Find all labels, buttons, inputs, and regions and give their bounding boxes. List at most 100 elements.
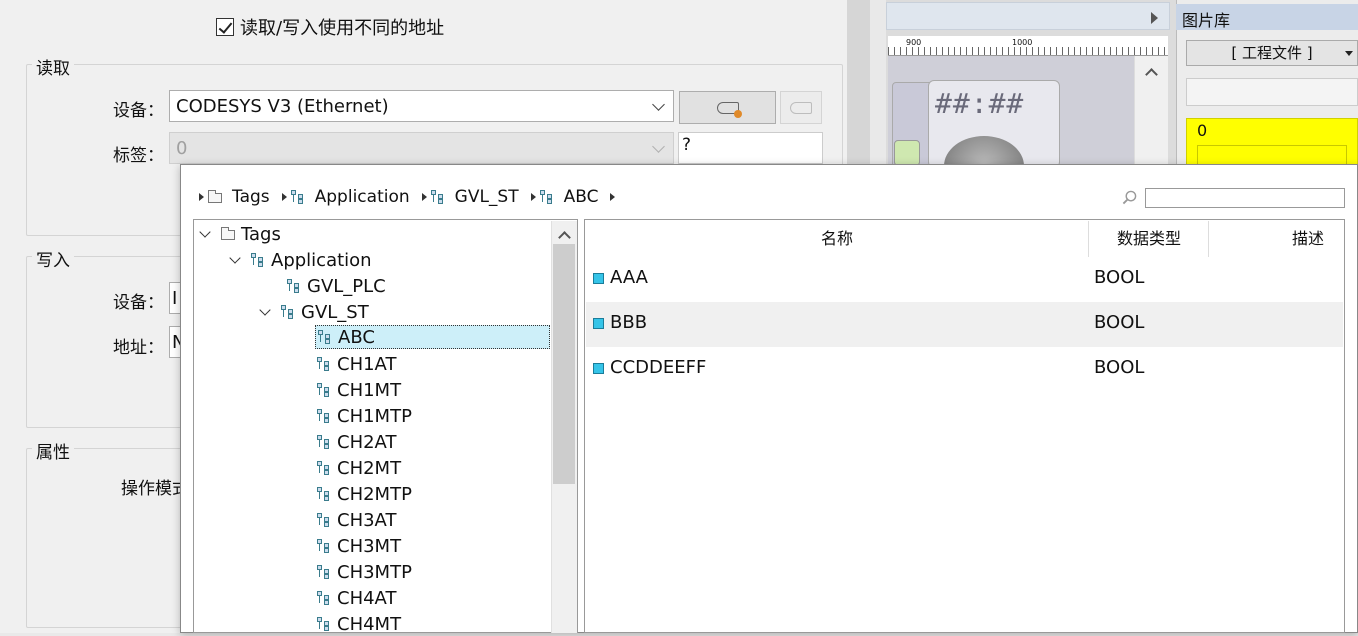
breadcrumb-arrow-icon[interactable]	[281, 193, 287, 201]
tree-node-ch2at[interactable]: CH2AT	[317, 430, 396, 454]
tree-node-label: ABC	[338, 326, 375, 348]
write-address-label: 地址：	[113, 338, 164, 358]
tree-node-ch1mtp[interactable]: CH1MTP	[317, 404, 412, 428]
tree-node-ch2mt[interactable]: CH2MT	[317, 456, 401, 480]
column-header-type[interactable]: 数据类型	[1117, 221, 1181, 257]
tree-node-ch2mtp[interactable]: CH2MTP	[317, 482, 412, 506]
breadcrumb-arrow-icon[interactable]	[530, 193, 536, 201]
editor-header	[886, 2, 1170, 30]
read-tag-label: 标签：	[113, 146, 164, 166]
tree-node-label: CH1MTP	[337, 405, 412, 427]
collapse-icon[interactable]	[229, 252, 241, 264]
tag-icon	[593, 273, 604, 284]
row-name: AAA	[610, 267, 648, 288]
read-group-title: 读取	[32, 54, 74, 79]
library-filter-bar[interactable]	[1186, 78, 1358, 106]
clear-tag-button[interactable]	[780, 91, 822, 124]
column-divider[interactable]	[1208, 221, 1209, 257]
tree-node-gvl-plc[interactable]: GVL_PLC	[287, 274, 386, 298]
read-index-field[interactable]: ?	[678, 132, 823, 164]
separate-address-checkbox-row[interactable]: 读取/写入使用不同的地址	[216, 14, 444, 40]
tree-node-ch3mtp[interactable]: CH3MTP	[317, 560, 412, 584]
dialog-scrollbar[interactable]	[847, 0, 870, 170]
expand-right-icon[interactable]	[1151, 12, 1158, 24]
breadcrumb-arrow-icon[interactable]	[199, 193, 204, 201]
tree-node-ch4at[interactable]: CH4AT	[317, 586, 396, 610]
search-input[interactable]	[1145, 188, 1345, 208]
tag-group-icon	[430, 190, 445, 204]
editor-vertical-scrollbar[interactable]	[1134, 56, 1168, 168]
scroll-up-icon[interactable]	[558, 231, 571, 244]
yellow-preview-cell[interactable]: 0	[1186, 118, 1358, 170]
breadcrumb-arrow-icon[interactable]	[421, 193, 427, 201]
tag-group-icon	[539, 190, 554, 204]
breadcrumb-arrow-icon[interactable]	[610, 193, 616, 201]
separate-address-checkbox[interactable]	[216, 18, 234, 36]
tree-node-label: Application	[271, 249, 372, 271]
breadcrumb-item[interactable]: Application	[315, 187, 410, 207]
column-header-name[interactable]: 名称	[821, 221, 853, 257]
horizontal-ruler: 900 1000	[888, 36, 1168, 56]
tag-group-icon	[281, 305, 295, 319]
properties-group-title: 属性	[32, 438, 74, 463]
row-type: BOOL	[1094, 312, 1145, 333]
tag-group-icon	[317, 539, 331, 553]
tree-node-label: CH4AT	[337, 587, 397, 609]
search-icon	[1122, 190, 1137, 205]
tag-group-icon	[290, 190, 305, 204]
green-indicator[interactable]	[894, 140, 920, 166]
tag-icon	[593, 318, 604, 329]
table-row[interactable]: AAA BOOL	[586, 257, 1343, 302]
chevron-down-icon	[652, 97, 665, 111]
breadcrumb-item[interactable]: ABC	[564, 187, 599, 207]
table-row[interactable]: CCDDEEFF BOOL	[586, 347, 1343, 392]
tag-group-icon	[317, 565, 331, 579]
tree-node-application[interactable]: Application	[229, 248, 372, 272]
tree-node-label: GVL_PLC	[307, 275, 386, 297]
tag-icon	[716, 101, 742, 118]
separate-address-label: 读取/写入使用不同的地址	[240, 18, 445, 39]
select-tag-button[interactable]	[679, 91, 776, 124]
tag-group-icon	[317, 383, 331, 397]
tag-group-icon	[317, 487, 331, 501]
breadcrumb-item[interactable]: GVL_ST	[455, 187, 519, 207]
column-divider[interactable]	[1088, 221, 1089, 257]
tree-node-tags[interactable]: Tags	[199, 222, 281, 246]
collapse-icon[interactable]	[199, 226, 211, 238]
scroll-up-icon[interactable]	[1145, 68, 1158, 81]
breadcrumb-item[interactable]: Tags	[232, 187, 270, 207]
tree-scroll-thumb[interactable]	[553, 244, 575, 484]
read-tag-value: 0	[176, 137, 188, 159]
operation-mode-label: 操作模式	[121, 479, 180, 499]
design-canvas[interactable]: ##:##	[888, 56, 1134, 196]
clock-text: ##:##	[935, 87, 1025, 120]
tree-node-ch3at[interactable]: CH3AT	[317, 508, 396, 532]
tag-group-icon	[317, 617, 331, 631]
tree-node-label: CH2MTP	[337, 483, 412, 505]
tag-group-icon	[287, 279, 301, 293]
tree-node-label: CH3AT	[337, 509, 397, 531]
tag-group-icon	[317, 461, 331, 475]
read-tag-select[interactable]: 0	[169, 132, 674, 164]
column-header-desc[interactable]: 描述	[1292, 221, 1324, 257]
read-device-select[interactable]: CODESYS V3 (Ethernet)	[169, 90, 674, 122]
dropdown-arrow-icon	[1345, 51, 1353, 56]
tree-node-ch1at[interactable]: CH1AT	[317, 352, 396, 376]
read-index-value: ?	[682, 135, 692, 155]
tree-node-label: GVL_ST	[301, 301, 369, 323]
read-device-label: 设备：	[113, 101, 164, 121]
row-type: BOOL	[1094, 357, 1145, 378]
row-type: BOOL	[1094, 267, 1145, 288]
tree-node-abc[interactable]: ABC	[315, 325, 550, 349]
tag-group-icon	[317, 513, 331, 527]
tree-node-ch3mt[interactable]: CH3MT	[317, 534, 401, 558]
table-row[interactable]: BBB BOOL	[586, 302, 1343, 347]
tree-node-gvl-st[interactable]: GVL_ST	[259, 300, 369, 324]
tag-icon	[593, 363, 604, 374]
write-device-value: I	[172, 287, 178, 309]
project-file-dropdown[interactable]: [ 工程文件 ]	[1186, 40, 1358, 66]
picture-library-title: 图片库	[1176, 4, 1358, 30]
collapse-icon[interactable]	[259, 304, 271, 316]
tree-node-ch1mt[interactable]: CH1MT	[317, 378, 401, 402]
tree-node-ch4mt[interactable]: CH4MT	[317, 612, 401, 636]
